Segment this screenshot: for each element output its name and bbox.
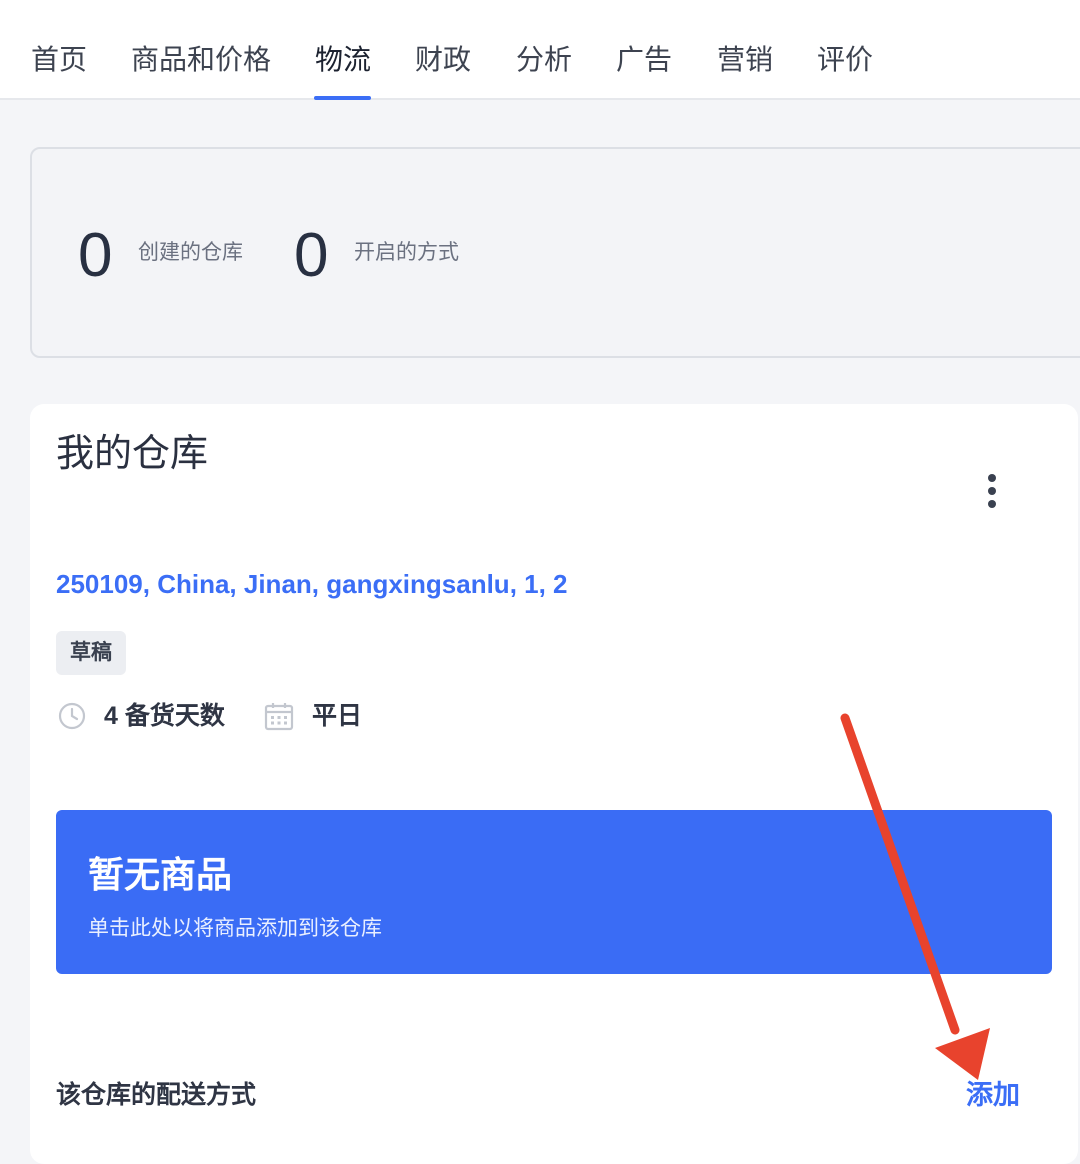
warehouse-card: 我的仓库 250109, China, Jinan, gangxingsanlu… — [30, 404, 1078, 1164]
stats-summary: 0 创建的仓库 0 开启的方式 — [30, 147, 1080, 358]
clock-icon — [58, 702, 86, 730]
kebab-menu-icon[interactable] — [980, 472, 1004, 512]
add-shipping-method-button[interactable]: 添加 — [966, 1076, 1020, 1114]
tab-marketing[interactable]: 营销 — [717, 40, 773, 80]
tab-home[interactable]: 首页 — [31, 40, 87, 80]
top-nav: 首页 商品和价格 物流 财政 分析 广告 营销 评价 — [0, 0, 1080, 100]
methods-count: 0 — [294, 221, 329, 290]
active-tab-indicator — [314, 96, 371, 100]
warehouse-meta: 4 备货天数 平日 — [56, 696, 656, 736]
tab-products-prices[interactable]: 商品和价格 — [131, 40, 271, 80]
tab-logistics[interactable]: 物流 — [315, 40, 371, 80]
methods-count-label: 开启的方式 — [354, 241, 459, 264]
calendar-icon — [264, 703, 294, 731]
schedule: 平日 — [312, 702, 363, 730]
status-badge: 草稿 — [56, 631, 126, 675]
empty-products-title: 暂无商品 — [88, 854, 233, 895]
shipping-methods-label: 该仓库的配送方式 — [56, 1081, 257, 1109]
tab-analytics[interactable]: 分析 — [516, 40, 572, 80]
tab-finance[interactable]: 财政 — [415, 40, 471, 80]
add-products-banner[interactable]: 暂无商品 单击此处以将商品添加到该仓库 — [56, 810, 1052, 974]
prep-days: 4 备货天数 — [104, 702, 225, 730]
tab-reviews[interactable]: 评价 — [817, 40, 873, 80]
warehouse-title: 我的仓库 — [56, 433, 209, 475]
warehouses-count-label: 创建的仓库 — [138, 241, 243, 264]
tab-ads[interactable]: 广告 — [616, 40, 672, 80]
warehouse-address-link[interactable]: 250109, China, Jinan, gangxingsanlu, 1, … — [56, 566, 568, 602]
empty-products-subtitle: 单击此处以将商品添加到该仓库 — [88, 917, 382, 940]
warehouses-count: 0 — [78, 221, 113, 290]
